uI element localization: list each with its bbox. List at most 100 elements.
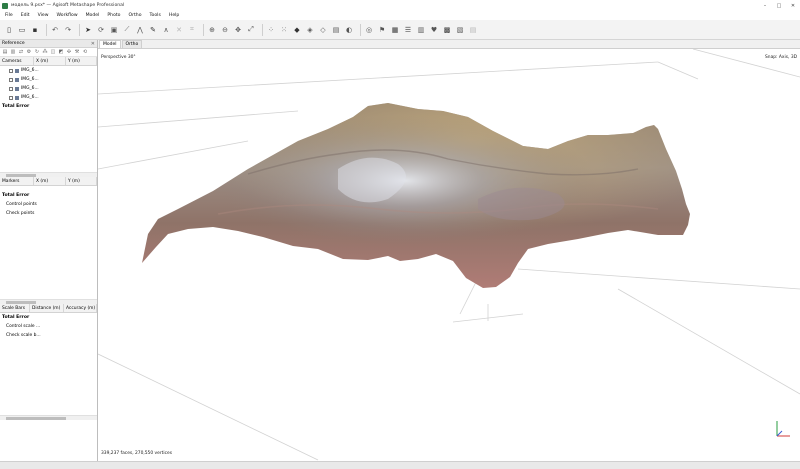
tab-ortho[interactable]: Ortho (121, 40, 143, 48)
camera-row[interactable]: IMG_6... (0, 93, 97, 102)
camera-row[interactable]: IMG_6... (0, 84, 97, 93)
control-points-item[interactable]: Control points (0, 200, 97, 209)
view-variance-icon[interactable]: ✣ (66, 49, 72, 55)
show-scale-bars-icon[interactable]: ▧ (455, 25, 465, 35)
scrollbar-thumb[interactable] (6, 417, 66, 420)
reset-transform-icon[interactable]: ⟲ (82, 49, 88, 55)
y-column-header[interactable]: Y (m) (66, 57, 97, 65)
markers-column-header[interactable]: Markers (0, 177, 34, 185)
rotate-object-icon[interactable]: ⟳ (96, 25, 106, 35)
menu-tools[interactable]: Tools (150, 13, 161, 18)
rectangle-selection-icon[interactable]: ▣ (109, 25, 119, 35)
show-grid-icon[interactable]: ▥ (416, 25, 426, 35)
undo-icon[interactable]: ↶ (50, 25, 60, 35)
optimize-cameras-icon[interactable]: ⚙ (26, 49, 32, 55)
x-column-header[interactable]: X (m) (34, 57, 66, 65)
camera-label: IMG_6... (21, 86, 39, 91)
camera-label: IMG_6... (21, 77, 39, 82)
show-cameras-icon[interactable]: ◎ (364, 25, 374, 35)
maximize-button[interactable]: □ (772, 0, 786, 11)
model-shaded-icon[interactable]: ◆ (292, 25, 302, 35)
draw-line-icon[interactable]: ∧ (161, 25, 171, 35)
zoom-out-icon[interactable]: ⊖ (220, 25, 230, 35)
minimize-button[interactable]: – (758, 0, 772, 11)
close-button[interactable]: ✕ (786, 0, 800, 11)
capture-view-icon[interactable]: ▤ (468, 25, 478, 35)
model-viewport[interactable]: Perspective 30° Snap: Axis, 3D 339,237 f… (98, 49, 800, 461)
close-panel-icon[interactable]: ✕ (91, 41, 95, 47)
camera-checkbox[interactable] (9, 68, 13, 73)
model-solid-icon[interactable]: ◈ (305, 25, 315, 35)
draw-shape-icon[interactable]: ✎ (148, 25, 158, 35)
zoom-in-icon[interactable]: ⊕ (207, 25, 217, 35)
new-project-icon[interactable]: ▯ (4, 25, 14, 35)
accuracy-column-header[interactable]: Accuracy (m) (64, 304, 97, 312)
model-textured-icon[interactable]: ◇ (318, 25, 328, 35)
menu-workflow[interactable]: Workflow (57, 13, 78, 18)
camera-checkbox[interactable] (9, 77, 13, 82)
scrollbar-thumb[interactable] (6, 174, 36, 177)
crop-selection-icon[interactable]: ⌗ (187, 25, 197, 35)
menu-photo[interactable]: Photo (107, 13, 120, 18)
ruler-icon[interactable]: ⟋ (122, 25, 132, 35)
dem-icon[interactable]: ◐ (344, 25, 354, 35)
update-transform-icon[interactable]: ↻ (34, 49, 40, 55)
distance-column-header[interactable]: Distance (m) (30, 304, 64, 312)
export-reference-icon[interactable]: ▥ (10, 49, 16, 55)
import-reference-icon[interactable]: ▤ (2, 49, 8, 55)
camera-row[interactable]: IMG_6... (0, 75, 97, 84)
settings-icon[interactable]: ⚒ (74, 49, 80, 55)
view-estimated-icon[interactable]: ◫ (50, 49, 56, 55)
navigation-cursor-icon[interactable]: ➤ (83, 25, 93, 35)
check-scale-bars-item[interactable]: Check scale b... (0, 331, 97, 340)
scalebars-horizontal-scrollbar[interactable] (0, 415, 97, 420)
reset-view-icon[interactable]: ⤢ (246, 25, 256, 35)
save-project-icon[interactable]: ▪ (30, 25, 40, 35)
menu-model[interactable]: Model (86, 13, 100, 18)
scalebars-total-error: Total Error (2, 315, 30, 320)
open-project-icon[interactable]: ▭ (17, 25, 27, 35)
menu-view[interactable]: View (38, 13, 49, 18)
x-column-header[interactable]: X (m) (34, 177, 66, 185)
show-info-icon[interactable]: ▩ (442, 25, 452, 35)
menu-ortho[interactable]: Ortho (129, 13, 142, 18)
draw-polyline-icon[interactable]: ⋀ (135, 25, 145, 35)
show-trackball-icon[interactable]: ♥ (429, 25, 439, 35)
dense-cloud-icon[interactable]: ⁙ (279, 25, 289, 35)
y-column-header[interactable]: Y (m) (66, 177, 97, 185)
view-errors-icon[interactable]: ⁂ (42, 49, 48, 55)
scalebars-column-header[interactable]: Scale Bars (0, 304, 30, 312)
main-toolbar: ▯ ▭ ▪ ↶ ↷ ➤ ⟳ ▣ ⟋ ⋀ ✎ ∧ ✕ ⌗ ⊕ ⊖ ✥ ⤢ ⁘ ⁙ … (0, 20, 800, 40)
control-scale-bars-item[interactable]: Control scale ... (0, 322, 97, 331)
view-source-icon[interactable]: ◩ (58, 49, 64, 55)
reference-panel: Reference ✕ ▤ ▥ ⇄ ⚙ ↻ ⁂ ◫ ◩ ✣ ⚒ ⟲ Camera… (0, 40, 98, 469)
terrain-model[interactable] (142, 103, 690, 288)
show-shapes-icon[interactable]: ☰ (403, 25, 413, 35)
convert-reference-icon[interactable]: ⇄ (18, 49, 24, 55)
reference-panel-title: Reference ✕ (0, 40, 97, 48)
show-region-icon[interactable]: ▦ (390, 25, 400, 35)
show-markers-icon[interactable]: ⚑ (377, 25, 387, 35)
model-stats-label: 339,237 faces, 270,550 vertices (101, 451, 172, 456)
camera-checkbox[interactable] (9, 86, 13, 91)
axis-gizmo[interactable] (776, 421, 790, 437)
camera-row[interactable]: IMG_6... (0, 66, 97, 75)
metashape-app-icon (2, 2, 8, 9)
menu-file[interactable]: File (5, 13, 13, 18)
window-controls: – □ ✕ (758, 0, 800, 11)
point-cloud-icon[interactable]: ⁘ (266, 25, 276, 35)
delete-selection-icon[interactable]: ✕ (174, 25, 184, 35)
cameras-horizontal-scrollbar[interactable] (0, 172, 97, 177)
3d-scene[interactable] (98, 49, 800, 461)
tiled-model-icon[interactable]: ▤ (331, 25, 341, 35)
scrollbar-thumb[interactable] (6, 301, 36, 304)
camera-checkbox[interactable] (9, 95, 13, 100)
menu-edit[interactable]: Edit (21, 13, 30, 18)
redo-icon[interactable]: ↷ (63, 25, 73, 35)
check-points-item[interactable]: Check points (0, 209, 97, 218)
cameras-column-header[interactable]: Cameras (0, 57, 34, 65)
markers-horizontal-scrollbar[interactable] (0, 299, 97, 304)
menu-help[interactable]: Help (169, 13, 179, 18)
move-icon[interactable]: ✥ (233, 25, 243, 35)
tab-model[interactable]: Model (99, 40, 121, 48)
